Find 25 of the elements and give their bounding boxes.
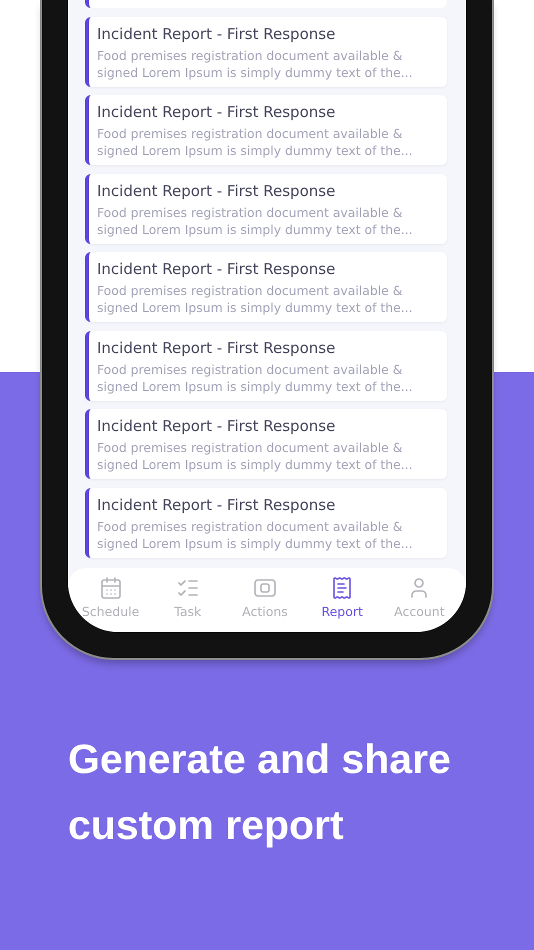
report-description: Food premises registration document available & signed Lorem Ipsum is simply dummy text of the... [97, 282, 414, 316]
report-card[interactable]: Incident Report - First Response Food premises registration document available & signed Lorem Ipsum is simply dummy text of the... [85, 16, 447, 86]
report-description: Food premises registration document available & signed Lorem Ipsum is simply dummy text of the... [97, 439, 414, 473]
report-title: Incident Report - First Response [97, 259, 336, 279]
report-title: Incident Report - First Response [97, 416, 336, 436]
report-description: Food premises registration document available & signed Lorem Ipsum is simply dummy text of the... [97, 518, 414, 552]
nav-tab[interactable]: Report [304, 568, 381, 632]
report-description: Food premises registration document available & signed Lorem Ipsum is simply dummy text of the... [97, 360, 414, 394]
report-description: Food premises registration document available & signed Lorem Ipsum is simply dummy text of the... [97, 125, 414, 159]
report-description: Food premises registration document available & signed Lorem Ipsum is simply dummy text of the... [97, 204, 414, 238]
report-description: Food premises registration document available & signed Lorem Ipsum is simply dummy text of the... [97, 46, 414, 80]
calendar-icon [98, 576, 123, 600]
report-title: Incident Report - First Response [97, 24, 336, 44]
report-card[interactable]: Incident Report - First Response Food premises registration document available & signed Lorem Ipsum is simply dummy text of the... [85, 252, 447, 322]
report-card[interactable]: Incident Report - First Response Food premises registration document available & signed Lorem Ipsum is simply dummy text of the... [85, 488, 447, 558]
report-card[interactable]: Incident Report - First Response Food premises registration document available & signed Lorem Ipsum is simply dummy text of the... [85, 330, 447, 400]
report-title: Incident Report - First Response [97, 338, 336, 358]
report-card[interactable]: Incident Report - First Response Food premises registration document available & signed Lorem Ipsum is simply dummy text of the... [85, 95, 447, 165]
square-icon [252, 576, 277, 600]
report-title: Incident Report - First Response [97, 180, 336, 200]
report-card[interactable]: Incident Report - First Response Food premises registration document available & signed Lorem Ipsum is simply dummy text of the... [85, 174, 447, 244]
report-title: Incident Report - First Response [97, 494, 336, 514]
report-title: Incident Report - First Response [97, 102, 336, 122]
tagline: Generate and share custom report [67, 735, 452, 850]
report-card[interactable]: Incident Report - First Response Food premises registration document available & signed Lorem Ipsum is simply dummy text of the... [85, 409, 447, 479]
